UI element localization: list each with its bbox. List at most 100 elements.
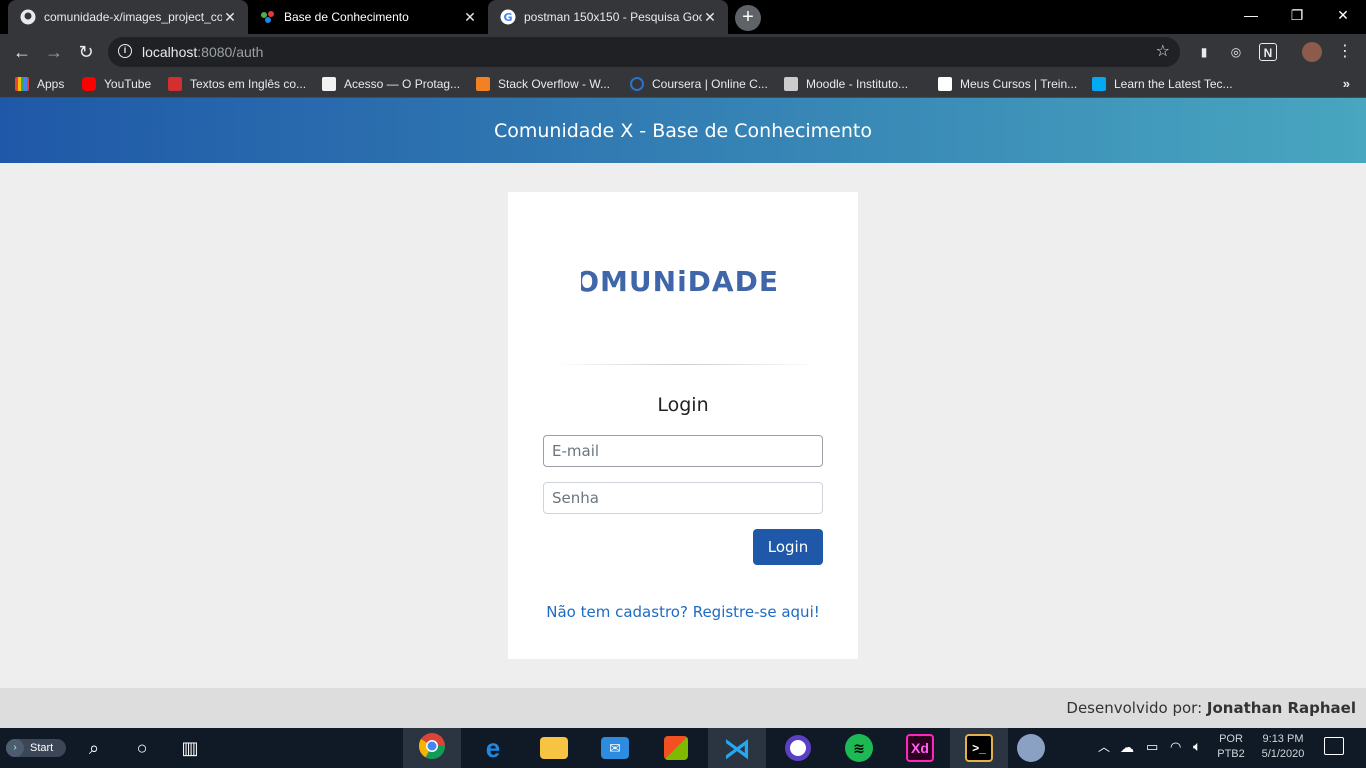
bookmark-acesso[interactable]: Acesso — O Protag... [322, 76, 460, 92]
page-title: Comunidade X - Base de Conhecimento [493, 119, 872, 142]
search-icon[interactable]: ⌕ [78, 732, 110, 764]
tab-base-de-conhecimento[interactable]: Base de Conhecimento ✕ [248, 0, 488, 34]
extension-icon[interactable]: ◎ [1227, 43, 1245, 61]
footer-credit: Desenvolvido por: Jonathan Raphael [1066, 699, 1356, 717]
new-tab-button[interactable]: + [735, 5, 761, 31]
clock[interactable]: 9:13 PM 5/1/2020 [1254, 733, 1312, 760]
bookmark-stackoverflow[interactable]: Stack Overflow - W... [476, 76, 610, 92]
restore-button[interactable]: ❐ [1274, 0, 1320, 30]
minimize-button[interactable]: — [1228, 0, 1274, 30]
tab-github[interactable]: comunidade-x/images_project_co ✕ [8, 0, 248, 34]
task-view-icon[interactable]: ▥ [174, 732, 206, 764]
taskbar-chrome[interactable] [403, 728, 461, 768]
author-name: Jonathan Raphael [1206, 699, 1356, 717]
menu-icon[interactable]: ⋮ [1336, 43, 1354, 61]
bookmark-star-icon[interactable]: ☆ [1156, 41, 1170, 61]
moodle-icon [784, 77, 798, 91]
windows-taskbar: › Start ⌕ ○ ▥ e ✉ ⋊ ≋ Xd >_ ︿ ☁ ▭ ◠ 🔈︎ P… [0, 728, 1366, 768]
register-link[interactable]: Não tem cadastro? Registre-se aqui! [508, 603, 858, 621]
show-hidden-icons[interactable]: ︿ [1098, 738, 1110, 768]
wifi-icon[interactable]: ◠ [1170, 739, 1181, 768]
svg-text:G: G [503, 11, 512, 24]
bookmark-learn[interactable]: Learn the Latest Tec... [1092, 76, 1233, 92]
tab-title: comunidade-x/images_project_co [44, 10, 222, 24]
adobe-xd-icon: Xd [906, 734, 934, 762]
github-icon [20, 9, 36, 25]
address-bar[interactable]: i localhost:8080/auth ☆ [108, 37, 1180, 67]
spotify-icon: ≋ [845, 734, 873, 762]
start-button[interactable]: › Start [6, 739, 66, 757]
taskbar-spotify[interactable]: ≋ [830, 728, 888, 768]
taskbar-edge[interactable]: e [464, 728, 522, 768]
bookmark-moodle[interactable]: Moodle - Instituto... [784, 76, 908, 92]
bookmark-meus-cursos[interactable]: Meus Cursos | Trein... [938, 76, 1077, 92]
meus-cursos-icon [938, 77, 952, 91]
vscode-icon: ⋊ [723, 732, 751, 764]
page-footer: Desenvolvido por: Jonathan Raphael [0, 688, 1366, 728]
reload-icon[interactable]: ↻ [74, 40, 98, 64]
bookmark-textos[interactable]: Textos em Inglês co... [168, 76, 306, 92]
taskbar-app-flower[interactable] [1002, 728, 1060, 768]
tab-postman-search[interactable]: G postman 150x150 - Pesquisa Goo ✕ [488, 0, 728, 34]
mail-icon: ✉ [601, 737, 629, 759]
app-favicon-icon [260, 9, 276, 25]
app-circle-icon [785, 735, 811, 761]
email-field[interactable] [543, 435, 823, 467]
apps-grid-icon [15, 77, 29, 91]
close-tab-icon[interactable]: ✕ [222, 9, 238, 26]
google-icon: G [500, 9, 516, 25]
forward-icon[interactable]: → [42, 40, 66, 64]
folder-icon [540, 737, 568, 759]
avatar[interactable] [1302, 42, 1322, 62]
textos-icon [168, 77, 182, 91]
chrome-icon [418, 732, 446, 765]
stackoverflow-icon [476, 77, 490, 91]
store-icon [664, 736, 688, 760]
page-header: Comunidade X - Base de Conhecimento [0, 98, 1366, 163]
browser-tab-strip: comunidade-x/images_project_co ✕ Base de… [0, 0, 1366, 34]
volume-icon[interactable]: 🔈︎ [1193, 738, 1201, 768]
browser-toolbar: ← → ↻ i localhost:8080/auth ☆ ▮ ◎ N ⋮ [0, 34, 1366, 70]
taskbar-vscode[interactable]: ⋊ [708, 728, 766, 768]
bookmark-youtube[interactable]: YouTube [82, 76, 151, 92]
notifications-icon[interactable] [1324, 737, 1344, 755]
back-icon[interactable]: ← [10, 40, 34, 64]
notion-icon[interactable]: N [1259, 43, 1277, 61]
login-card: COMUNiDADE X Login Login Não tem cadastr… [508, 192, 858, 659]
tab-title: Base de Conhecimento [284, 10, 409, 24]
bookmark-apps[interactable]: Apps [15, 76, 64, 92]
app-flower-icon [1017, 734, 1045, 762]
udacity-icon [1092, 77, 1106, 91]
cortana-icon[interactable]: ○ [126, 732, 158, 764]
tab-title: postman 150x150 - Pesquisa Goo [524, 10, 702, 24]
taskbar-app-circle[interactable] [769, 728, 827, 768]
close-window-button[interactable]: ✕ [1320, 0, 1366, 30]
youtube-icon [82, 77, 96, 91]
login-button[interactable]: Login [753, 529, 823, 565]
comunidade-x-logo: COMUNiDADE X [508, 264, 858, 298]
login-heading: Login [657, 394, 709, 416]
input-language[interactable]: POR PTB2 [1214, 733, 1248, 760]
more-bookmarks-button[interactable]: » [1343, 76, 1350, 91]
edge-icon: e [485, 732, 501, 763]
terminal-icon: >_ [965, 734, 993, 762]
taskbar-store[interactable] [647, 728, 705, 768]
taskbar-adobe-xd[interactable]: Xd [891, 728, 949, 768]
url-text[interactable]: localhost:8080/auth [142, 44, 263, 60]
taskbar-terminal[interactable]: >_ [950, 728, 1008, 768]
coursera-icon [630, 77, 644, 91]
bookmarks-bar: Apps YouTube Textos em Inglês co... Aces… [0, 70, 1366, 98]
battery-icon[interactable]: ▭ [1146, 739, 1158, 768]
extension-icon[interactable]: ▮ [1195, 43, 1213, 61]
close-tab-icon[interactable]: ✕ [702, 9, 718, 26]
taskbar-file-explorer[interactable] [525, 728, 583, 768]
password-field[interactable] [543, 482, 823, 514]
onedrive-icon[interactable]: ☁ [1120, 739, 1134, 768]
bookmark-coursera[interactable]: Coursera | Online C... [630, 76, 768, 92]
chevron-right-icon: › [6, 739, 24, 757]
divider [552, 364, 818, 365]
acesso-icon [322, 77, 336, 91]
close-tab-icon[interactable]: ✕ [462, 9, 478, 26]
site-info-icon[interactable]: i [118, 44, 132, 58]
taskbar-mail[interactable]: ✉ [586, 728, 644, 768]
